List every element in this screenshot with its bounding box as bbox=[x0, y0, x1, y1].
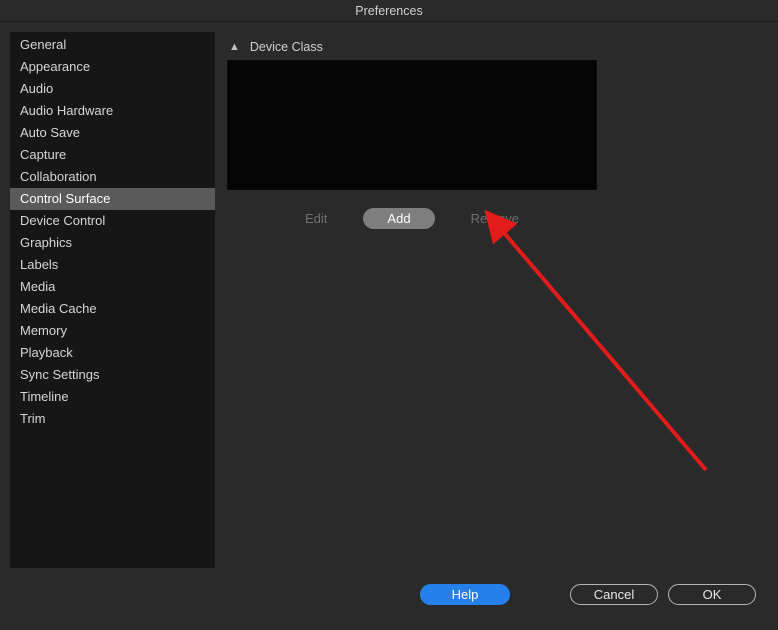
sidebar-item-collaboration[interactable]: Collaboration bbox=[10, 166, 215, 188]
remove-button[interactable]: Remove bbox=[463, 209, 527, 228]
preferences-sidebar: General Appearance Audio Audio Hardware … bbox=[10, 32, 215, 568]
sidebar-item-sync-settings[interactable]: Sync Settings bbox=[10, 364, 215, 386]
sidebar-item-labels[interactable]: Labels bbox=[10, 254, 215, 276]
sidebar-item-media[interactable]: Media bbox=[10, 276, 215, 298]
sidebar-item-appearance[interactable]: Appearance bbox=[10, 56, 215, 78]
window-title: Preferences bbox=[0, 0, 778, 22]
sort-ascending-icon[interactable]: ▲ bbox=[229, 41, 240, 53]
sidebar-item-audio-hardware[interactable]: Audio Hardware bbox=[10, 100, 215, 122]
sidebar-item-device-control[interactable]: Device Control bbox=[10, 210, 215, 232]
sidebar-item-trim[interactable]: Trim bbox=[10, 408, 215, 430]
preferences-window: Preferences General Appearance Audio Aud… bbox=[0, 0, 778, 630]
column-header-device-class[interactable]: Device Class bbox=[250, 40, 323, 54]
device-class-listbox[interactable] bbox=[227, 60, 597, 190]
sidebar-item-graphics[interactable]: Graphics bbox=[10, 232, 215, 254]
dialog-body: General Appearance Audio Audio Hardware … bbox=[0, 22, 778, 568]
cancel-button[interactable]: Cancel bbox=[570, 584, 658, 605]
preferences-panel: ▲ Device Class Edit Add Remove bbox=[227, 32, 768, 568]
sidebar-item-playback[interactable]: Playback bbox=[10, 342, 215, 364]
list-header-row: ▲ Device Class bbox=[227, 40, 768, 54]
sidebar-item-media-cache[interactable]: Media Cache bbox=[10, 298, 215, 320]
sidebar-item-auto-save[interactable]: Auto Save bbox=[10, 122, 215, 144]
dialog-footer: Help Cancel OK bbox=[0, 568, 778, 630]
sidebar-item-audio[interactable]: Audio bbox=[10, 78, 215, 100]
sidebar-item-memory[interactable]: Memory bbox=[10, 320, 215, 342]
sidebar-item-general[interactable]: General bbox=[10, 34, 215, 56]
add-button[interactable]: Add bbox=[363, 208, 434, 229]
sidebar-item-control-surface[interactable]: Control Surface bbox=[10, 188, 215, 210]
list-button-row: Edit Add Remove bbox=[227, 208, 597, 229]
sidebar-item-timeline[interactable]: Timeline bbox=[10, 386, 215, 408]
help-button[interactable]: Help bbox=[420, 584, 510, 605]
ok-button[interactable]: OK bbox=[668, 584, 756, 605]
edit-button[interactable]: Edit bbox=[297, 209, 335, 228]
sidebar-item-capture[interactable]: Capture bbox=[10, 144, 215, 166]
